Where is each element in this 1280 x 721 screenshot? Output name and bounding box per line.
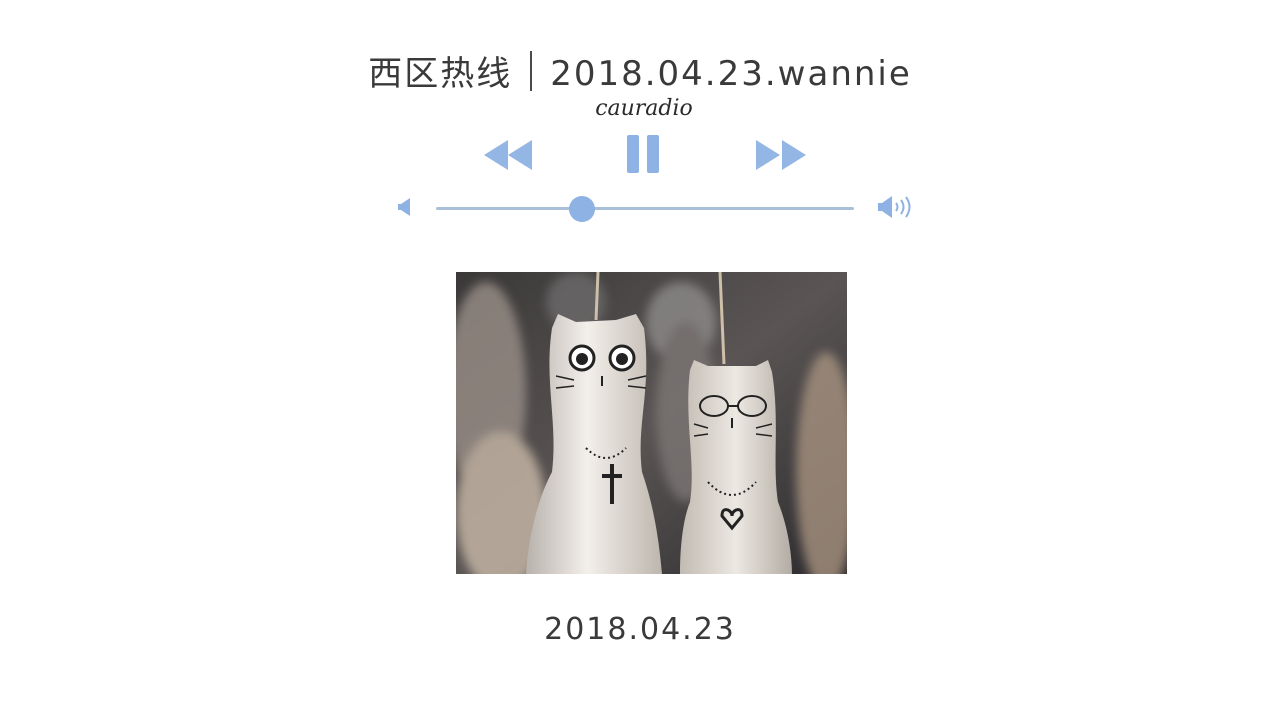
- episode-id: 2018.04.23.wannie: [550, 54, 912, 94]
- brand-subtitle: cauradio: [595, 96, 693, 121]
- fast-forward-icon: [756, 140, 806, 170]
- volume-slider-handle[interactable]: [569, 196, 596, 222]
- title-divider: [530, 51, 533, 91]
- volume-control: [0, 190, 1280, 226]
- rewind-button[interactable]: [482, 138, 534, 172]
- volume-slider[interactable]: [436, 196, 854, 222]
- pause-icon: [627, 135, 659, 173]
- station-name: 西区热线: [368, 54, 513, 94]
- page-title: 西区热线 2018.04.23.wannie: [0, 46, 1280, 95]
- volume-low-icon[interactable]: [396, 196, 414, 222]
- ceramic-cat-wind-chimes-image: [456, 272, 847, 574]
- volume-high-icon[interactable]: [876, 194, 918, 224]
- cover-photo: [456, 272, 847, 574]
- pause-button[interactable]: [626, 134, 662, 174]
- date-caption: 2018.04.23: [544, 612, 736, 647]
- rewind-icon: [484, 140, 532, 170]
- playback-controls: [0, 130, 1280, 180]
- fast-forward-button[interactable]: [754, 138, 808, 172]
